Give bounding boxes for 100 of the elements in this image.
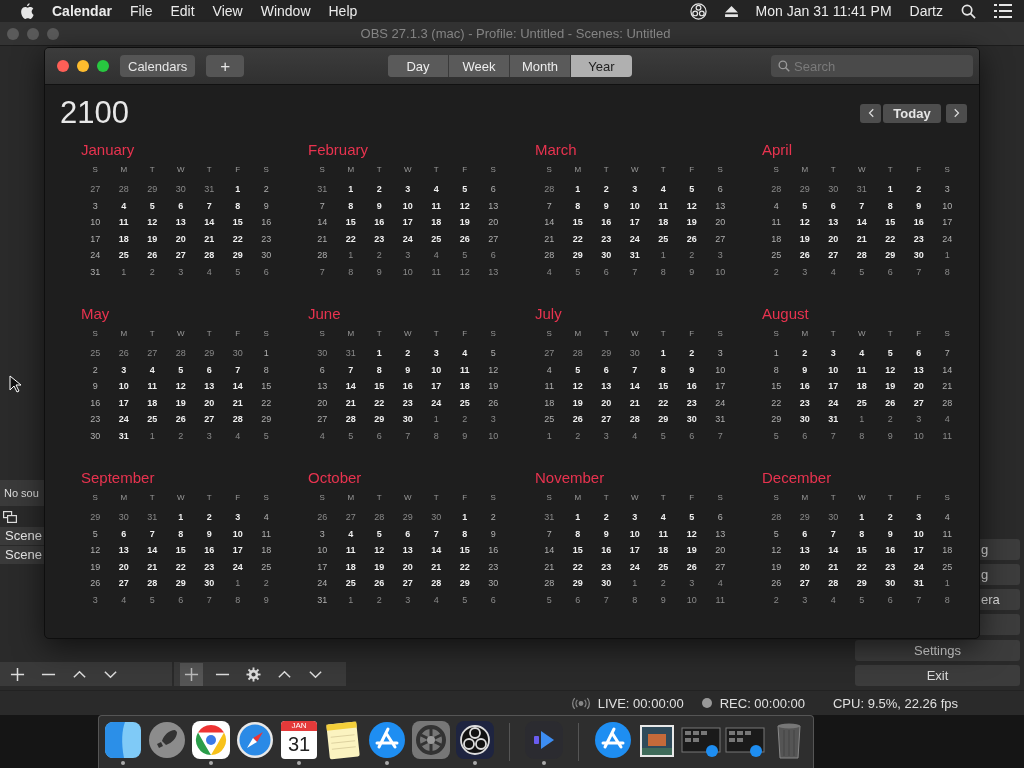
calendar-day[interactable]: 7 bbox=[819, 427, 848, 444]
calendar-day[interactable]: 4 bbox=[535, 263, 564, 280]
calendar-day[interactable]: 26 bbox=[450, 230, 479, 247]
calendar-day[interactable]: 30 bbox=[109, 509, 138, 526]
calendar-day[interactable]: 30 bbox=[819, 509, 848, 526]
calendar-day[interactable]: 14 bbox=[620, 378, 649, 395]
control-button[interactable]: era bbox=[980, 589, 1020, 610]
calendar-day[interactable]: 16 bbox=[592, 214, 621, 231]
search-icon[interactable] bbox=[961, 3, 976, 19]
view-tab[interactable]: Day bbox=[388, 55, 449, 77]
calendar-day[interactable]: 17 bbox=[393, 214, 422, 231]
calendar-day[interactable]: 1 bbox=[847, 411, 876, 428]
calendar-day[interactable]: 28 bbox=[336, 411, 365, 428]
calendar-day[interactable]: 22 bbox=[649, 394, 678, 411]
calendar-day[interactable]: 24 bbox=[223, 558, 252, 575]
calendar-day[interactable]: 5 bbox=[138, 591, 167, 608]
calendar-day[interactable]: 28 bbox=[620, 411, 649, 428]
calendar-day[interactable]: 13 bbox=[790, 542, 819, 559]
calendar-day[interactable]: 26 bbox=[138, 247, 167, 264]
calendar-day[interactable]: 4 bbox=[706, 575, 735, 592]
calendar-day[interactable]: 30 bbox=[166, 181, 195, 198]
calendar-day[interactable]: 9 bbox=[252, 197, 281, 214]
calendar-day[interactable]: 18 bbox=[252, 542, 281, 559]
calendar-day[interactable]: 29 bbox=[649, 411, 678, 428]
calendar-day[interactable]: 7 bbox=[847, 197, 876, 214]
calendar-day[interactable]: 24 bbox=[819, 394, 848, 411]
calendar-day[interactable]: 8 bbox=[649, 263, 678, 280]
calendar-day[interactable]: 4 bbox=[109, 197, 138, 214]
calendar-day[interactable]: 16 bbox=[479, 542, 508, 559]
calendar-day[interactable]: 8 bbox=[336, 197, 365, 214]
calendar-day[interactable]: 30 bbox=[252, 247, 281, 264]
calendar-day[interactable]: 4 bbox=[847, 345, 876, 362]
calendar-day[interactable]: 20 bbox=[904, 378, 933, 395]
calendar-day[interactable]: 10 bbox=[422, 361, 451, 378]
calendar-day[interactable]: 27 bbox=[706, 558, 735, 575]
calendar-day[interactable]: 5 bbox=[223, 263, 252, 280]
split-square-icon[interactable] bbox=[103, 720, 143, 760]
calendar-day[interactable]: 25 bbox=[252, 558, 281, 575]
calendar-day[interactable]: 6 bbox=[393, 525, 422, 542]
calendar-day[interactable]: 24 bbox=[620, 230, 649, 247]
calendar-day[interactable]: 28 bbox=[365, 509, 394, 526]
calendar-day[interactable]: 12 bbox=[876, 361, 905, 378]
calendar-day[interactable]: 24 bbox=[620, 558, 649, 575]
calendar-day[interactable]: 5 bbox=[81, 525, 110, 542]
calendar-day[interactable]: 18 bbox=[933, 542, 962, 559]
calendar-day[interactable]: 7 bbox=[706, 427, 735, 444]
calendar-day[interactable]: 7 bbox=[138, 525, 167, 542]
calendar-day[interactable]: 2 bbox=[393, 345, 422, 362]
minimize-button[interactable] bbox=[77, 60, 89, 72]
calendar-day[interactable]: 29 bbox=[166, 575, 195, 592]
calendar-day[interactable]: 24 bbox=[109, 411, 138, 428]
calendar-day[interactable]: 12 bbox=[81, 542, 110, 559]
calendar-day[interactable]: 1 bbox=[138, 427, 167, 444]
calendar-day[interactable]: 6 bbox=[308, 361, 337, 378]
calendar-day[interactable]: 7 bbox=[592, 591, 621, 608]
calendar-day[interactable]: 11 bbox=[762, 214, 791, 231]
calendar-day[interactable]: 20 bbox=[706, 542, 735, 559]
compass-icon[interactable] bbox=[235, 720, 275, 760]
calendar-day[interactable]: 13 bbox=[706, 525, 735, 542]
calendar-day[interactable]: 6 bbox=[819, 197, 848, 214]
calendar-day[interactable]: 4 bbox=[535, 361, 564, 378]
calendar-day[interactable]: 27 bbox=[336, 509, 365, 526]
calendar-day[interactable]: 26 bbox=[109, 345, 138, 362]
calendar-day[interactable]: 5 bbox=[876, 345, 905, 362]
calendar-day[interactable]: 27 bbox=[819, 247, 848, 264]
clock[interactable]: Mon Jan 31 11:41 PM bbox=[755, 3, 892, 19]
calendar-day[interactable]: 7 bbox=[535, 525, 564, 542]
calendar-day[interactable]: 9 bbox=[393, 361, 422, 378]
windows-icon[interactable] bbox=[3, 511, 17, 523]
calendar-day[interactable]: 11 bbox=[649, 197, 678, 214]
calendar-day[interactable]: 31 bbox=[535, 509, 564, 526]
calendar-day[interactable]: 6 bbox=[706, 509, 735, 526]
calendar-day[interactable]: 23 bbox=[790, 394, 819, 411]
calendar-day[interactable]: 30 bbox=[620, 345, 649, 362]
calendar-day[interactable]: 12 bbox=[138, 214, 167, 231]
calendar-day[interactable]: 21 bbox=[620, 394, 649, 411]
calendar-day[interactable]: 6 bbox=[252, 263, 281, 280]
calendar-day[interactable]: 24 bbox=[81, 247, 110, 264]
calendar-day[interactable]: 8 bbox=[762, 361, 791, 378]
calendar-day[interactable]: 13 bbox=[904, 361, 933, 378]
calendar-day[interactable]: 4 bbox=[649, 181, 678, 198]
scene-item[interactable]: Scene bbox=[0, 546, 44, 564]
calendar-day[interactable]: 5 bbox=[479, 345, 508, 362]
calendar-day[interactable]: 3 bbox=[933, 181, 962, 198]
calendar-day[interactable]: 14 bbox=[819, 542, 848, 559]
calendar-day[interactable]: 10 bbox=[904, 427, 933, 444]
calendar-day[interactable]: 5 bbox=[563, 263, 592, 280]
calendar-day[interactable]: 1 bbox=[336, 181, 365, 198]
calendar-day[interactable]: 6 bbox=[365, 427, 394, 444]
calendar-day[interactable]: 9 bbox=[876, 525, 905, 542]
calendar-day[interactable]: 22 bbox=[563, 558, 592, 575]
calendar-day[interactable]: 26 bbox=[677, 558, 706, 575]
calendar-day[interactable]: 4 bbox=[252, 509, 281, 526]
calendar-day[interactable]: 9 bbox=[677, 361, 706, 378]
calendar-day[interactable]: 17 bbox=[223, 542, 252, 559]
calendar-day[interactable]: 9 bbox=[649, 591, 678, 608]
calendar-day[interactable]: 10 bbox=[223, 525, 252, 542]
calendar-day[interactable]: 1 bbox=[762, 345, 791, 362]
calendar-day[interactable]: 27 bbox=[81, 181, 110, 198]
calendar-day[interactable]: 17 bbox=[422, 378, 451, 395]
